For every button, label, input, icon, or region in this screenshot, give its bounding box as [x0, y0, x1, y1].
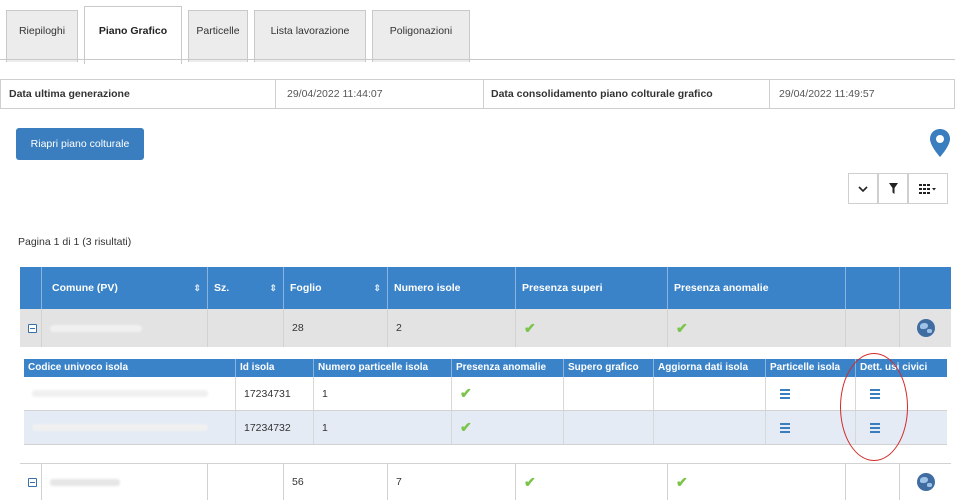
empty-cell — [846, 309, 900, 347]
header-codice-univoco: Codice univoco isola — [24, 359, 236, 377]
globe-cell — [900, 464, 951, 500]
filter-icon — [888, 183, 898, 194]
list-icon[interactable] — [780, 388, 790, 399]
nested-row: 17234732 1 ✔ — [24, 411, 947, 445]
aggiorna-cell — [654, 377, 766, 410]
globe-icon[interactable] — [916, 319, 935, 337]
header-expand — [20, 267, 42, 309]
comune-cell — [42, 309, 208, 347]
filter-button[interactable] — [878, 173, 908, 204]
id-isola-cell: 17234732 — [236, 411, 314, 444]
numero-particelle-cell: 1 — [314, 411, 452, 444]
codice-cell — [24, 411, 236, 444]
reopen-plan-button[interactable]: Riapri piano colturale — [16, 128, 144, 160]
foglio-cell: 28 — [284, 309, 388, 347]
info-row: Data ultima generazione 29/04/2022 11:44… — [0, 79, 955, 109]
numero-isole-cell: 2 — [388, 309, 516, 347]
check-icon: ✔ — [524, 319, 536, 336]
sz-cell — [208, 464, 284, 500]
check-icon: ✔ — [676, 319, 688, 336]
tab-lista-lavorazione[interactable]: Lista lavorazione — [254, 10, 366, 62]
header-presenza-anomalie[interactable]: Presenza anomalie — [668, 267, 846, 309]
header-presenza-superi[interactable]: Presenza superi — [516, 267, 668, 309]
globe-icon[interactable] — [916, 473, 935, 491]
pager-text: Pagina 1 di 1 (3 risultati) — [18, 236, 132, 248]
chevron-down-button[interactable] — [848, 173, 878, 204]
header-label: Sz. — [214, 282, 230, 294]
consolidation-label: Data consolidamento piano colturale graf… — [491, 88, 713, 100]
sort-icon: ⇕ — [193, 283, 201, 293]
presenza-superi-cell: ✔ — [516, 309, 668, 347]
tab-divider — [0, 59, 955, 60]
globe-cell — [900, 309, 951, 347]
consolidation-value: 29/04/2022 11:49:57 — [779, 88, 875, 100]
header-numero-particelle: Numero particelle isola — [314, 359, 452, 377]
header-label: Comune (PV) — [52, 282, 118, 294]
expand-cell — [20, 464, 42, 500]
list-icon[interactable] — [780, 422, 790, 433]
redacted-text — [50, 324, 142, 332]
tab-bar: Riepiloghi Piano Grafico Particelle List… — [6, 4, 955, 64]
anomalie-cell: ✔ — [452, 377, 564, 410]
table-row: 56 7 ✔ ✔ — [20, 463, 951, 500]
empty-cell — [846, 464, 900, 500]
header-comune[interactable]: Comune (PV) ⇕ — [42, 267, 208, 309]
sort-icon: ⇕ — [373, 283, 381, 293]
tab-poligonazioni[interactable]: Poligonazioni — [372, 10, 470, 62]
header-presenza-anomalie: Presenza anomalie — [452, 359, 564, 377]
header-foglio[interactable]: Foglio ⇕ — [284, 267, 388, 309]
divider — [275, 80, 276, 108]
map-pin-icon[interactable] — [929, 128, 951, 158]
divider — [483, 80, 484, 108]
table-header: Comune (PV) ⇕ Sz. ⇕ Foglio ⇕ Numero isole P… — [20, 267, 951, 309]
presenza-anomalie-cell: ✔ — [668, 464, 846, 500]
collapse-toggle-icon[interactable] — [28, 323, 37, 333]
redacted-text — [32, 390, 208, 397]
nested-row: 17234731 1 ✔ — [24, 377, 947, 411]
table-row: 28 2 ✔ ✔ — [20, 309, 951, 347]
header-extra — [846, 267, 900, 309]
presenza-superi-cell: ✔ — [516, 464, 668, 500]
annotation-circle — [840, 353, 908, 461]
header-particelle-isola: Particelle isola — [766, 359, 856, 377]
codice-cell — [24, 377, 236, 410]
tab-riepiloghi[interactable]: Riepiloghi — [6, 10, 78, 62]
columns-button[interactable] — [908, 173, 948, 204]
tab-particelle[interactable]: Particelle — [188, 10, 248, 62]
nested-header: Codice univoco isola Id isola Numero par… — [24, 359, 947, 377]
header-id-isola: Id isola — [236, 359, 314, 377]
expand-toggle-icon[interactable] — [28, 477, 37, 487]
columns-icon — [919, 183, 936, 194]
comune-cell — [42, 464, 208, 500]
expand-cell — [20, 309, 42, 347]
supero-cell — [564, 377, 654, 410]
header-supero-grafico: Supero grafico — [564, 359, 654, 377]
tab-piano-grafico[interactable]: Piano Grafico — [84, 6, 182, 64]
header-sz[interactable]: Sz. ⇕ — [208, 267, 284, 309]
chevron-down-icon — [858, 185, 868, 192]
check-icon: ✔ — [460, 385, 472, 401]
header-label: Foglio — [290, 282, 322, 294]
last-generation-label: Data ultima generazione — [9, 88, 130, 100]
redacted-text — [32, 424, 208, 431]
header-extra — [900, 267, 951, 309]
presenza-anomalie-cell: ✔ — [668, 309, 846, 347]
divider — [769, 80, 770, 108]
check-icon: ✔ — [460, 419, 472, 435]
sz-cell — [208, 309, 284, 347]
foglio-cell: 56 — [284, 464, 388, 500]
sort-icon: ⇕ — [269, 283, 277, 293]
redacted-text — [50, 478, 120, 486]
aggiorna-cell — [654, 411, 766, 444]
numero-particelle-cell: 1 — [314, 377, 452, 410]
header-numero-isole[interactable]: Numero isole — [388, 267, 516, 309]
check-icon: ✔ — [676, 473, 688, 490]
supero-cell — [564, 411, 654, 444]
check-icon: ✔ — [524, 473, 536, 490]
header-aggiorna-dati: Aggiorna dati isola — [654, 359, 766, 377]
numero-isole-cell: 7 — [388, 464, 516, 500]
id-isola-cell: 17234731 — [236, 377, 314, 410]
anomalie-cell: ✔ — [452, 411, 564, 444]
last-generation-value: 29/04/2022 11:44:07 — [287, 88, 383, 100]
